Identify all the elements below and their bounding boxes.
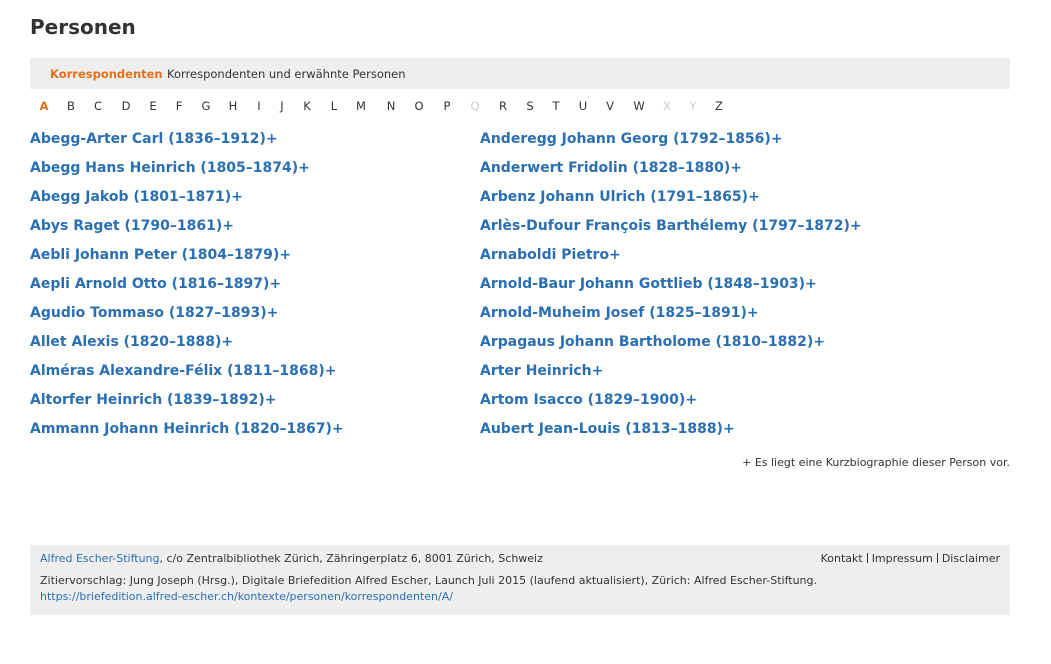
letter-z[interactable]: Z [715, 99, 723, 113]
person-link[interactable]: Arnold-Baur Johann Gottlieb (1848–1903)+ [480, 276, 817, 292]
foundation-link[interactable]: Alfred Escher-Stiftung [40, 552, 160, 565]
person-link[interactable]: Altorfer Heinrich (1839–1892)+ [30, 392, 277, 408]
letter-s[interactable]: S [526, 99, 533, 113]
person-link[interactable]: Abegg Hans Heinrich (1805–1874)+ [30, 160, 310, 176]
letter-k[interactable]: K [303, 99, 311, 113]
disclaimer-link[interactable]: Disclaimer [942, 552, 1000, 565]
letter-f[interactable]: F [176, 99, 183, 113]
person-link[interactable]: Ammann Johann Heinrich (1820–1867)+ [30, 421, 344, 437]
person-link[interactable]: Agudio Tommaso (1827–1893)+ [30, 305, 278, 321]
citation-url-link[interactable]: https://briefedition.alfred-escher.ch/ko… [40, 590, 453, 603]
list-item: Altorfer Heinrich (1839–1892)+ [30, 388, 344, 417]
letter-o[interactable]: O [414, 99, 423, 113]
letter-l[interactable]: L [331, 99, 337, 113]
citation-text: Zitiervorschlag: Jung Joseph (Hrsg.), Di… [40, 574, 817, 587]
list-item: Arpagaus Johann Bartholome (1810–1882)+ [480, 330, 862, 359]
letter-e[interactable]: E [149, 99, 156, 113]
letter-n[interactable]: N [387, 99, 396, 113]
letter-q: Q [470, 99, 480, 113]
kontakt-link[interactable]: Kontakt [821, 552, 863, 565]
tab-korrespondenten[interactable]: Korrespondenten [50, 58, 163, 89]
list-item: Aepli Arnold Otto (1816–1897)+ [30, 272, 344, 301]
person-link[interactable]: Aepli Arnold Otto (1816–1897)+ [30, 276, 281, 292]
person-link[interactable]: Arter Heinrich+ [480, 363, 603, 379]
letter-g[interactable]: G [202, 99, 211, 113]
letter-h[interactable]: H [229, 99, 238, 113]
list-item: Arbenz Johann Ulrich (1791–1865)+ [480, 185, 862, 214]
tab-korrespondenten-und-erwaehnte-personen[interactable]: Korrespondenten und erwähnte Personen [167, 58, 406, 89]
list-item: Agudio Tommaso (1827–1893)+ [30, 301, 344, 330]
list-item: Abegg-Arter Carl (1836–1912)+ [30, 127, 344, 156]
person-list-right: Anderegg Johann Georg (1792–1856)+ Anderw… [480, 127, 862, 446]
tab-bar: Korrespondenten Korrespondenten und erwä… [30, 58, 1010, 89]
letter-r[interactable]: R [499, 99, 507, 113]
page-title: Personen [30, 15, 136, 39]
person-link[interactable]: Arbenz Johann Ulrich (1791–1865)+ [480, 189, 760, 205]
list-item: Arter Heinrich+ [480, 359, 862, 388]
person-link[interactable]: Arnaboldi Pietro+ [480, 247, 621, 263]
list-item: Abegg Hans Heinrich (1805–1874)+ [30, 156, 344, 185]
citation-url-container: https://briefedition.alfred-escher.ch/ko… [40, 590, 453, 603]
footer-address: Alfred Escher-Stiftung, c/o Zentralbibli… [40, 552, 543, 565]
letter-t[interactable]: T [552, 99, 559, 113]
list-item: Arnold-Baur Johann Gottlieb (1848–1903)+ [480, 272, 862, 301]
list-item: Aebli Johann Peter (1804–1879)+ [30, 243, 344, 272]
person-list-left: Abegg-Arter Carl (1836–1912)+ Abegg Hans … [30, 127, 344, 446]
nav-separator [936, 553, 938, 563]
letter-d[interactable]: D [122, 99, 131, 113]
list-item: Ammann Johann Heinrich (1820–1867)+ [30, 417, 344, 446]
list-item: Allet Alexis (1820–1888)+ [30, 330, 344, 359]
person-link[interactable]: Anderwert Fridolin (1828–1880)+ [480, 160, 742, 176]
person-link[interactable]: Arpagaus Johann Bartholome (1810–1882)+ [480, 334, 825, 350]
person-link[interactable]: Aubert Jean-Louis (1813–1888)+ [480, 421, 735, 437]
person-link[interactable]: Abys Raget (1790–1861)+ [30, 218, 234, 234]
list-item: Anderegg Johann Georg (1792–1856)+ [480, 127, 862, 156]
person-link[interactable]: Artom Isacco (1829–1900)+ [480, 392, 697, 408]
list-item: Alméras Alexandre-Félix (1811–1868)+ [30, 359, 344, 388]
letter-i[interactable]: I [257, 99, 260, 113]
address-text: , c/o Zentralbibliothek Zürich, Zähringe… [159, 552, 543, 565]
nav-separator [866, 553, 868, 563]
person-link[interactable]: Abegg-Arter Carl (1836–1912)+ [30, 131, 278, 147]
letter-b[interactable]: B [67, 99, 75, 113]
list-item: Arnaboldi Pietro+ [480, 243, 862, 272]
letter-j[interactable]: J [280, 99, 283, 113]
biography-note: + Es liegt eine Kurzbiographie dieser Pe… [742, 456, 1010, 469]
letter-x: X [663, 99, 671, 113]
alphabet-index: A B C D E F G H I J K L M N O P Q R S T U V W X Y Z [30, 99, 750, 115]
letter-a[interactable]: A [40, 99, 49, 113]
letter-c[interactable]: C [94, 99, 102, 113]
list-item: Aubert Jean-Louis (1813–1888)+ [480, 417, 862, 446]
letter-v[interactable]: V [606, 99, 614, 113]
person-link[interactable]: Abegg Jakob (1801–1871)+ [30, 189, 243, 205]
list-item: Arnold-Muheim Josef (1825–1891)+ [480, 301, 862, 330]
person-link[interactable]: Allet Alexis (1820–1888)+ [30, 334, 233, 350]
letter-w[interactable]: W [633, 99, 644, 113]
letter-u[interactable]: U [579, 99, 587, 113]
person-link[interactable]: Alméras Alexandre-Félix (1811–1868)+ [30, 363, 337, 379]
footer: Alfred Escher-Stiftung, c/o Zentralbibli… [30, 545, 1010, 615]
person-link[interactable]: Anderegg Johann Georg (1792–1856)+ [480, 131, 783, 147]
letter-m[interactable]: M [356, 99, 366, 113]
impressum-link[interactable]: Impressum [872, 552, 933, 565]
letter-y: Y [689, 99, 697, 113]
list-item: Anderwert Fridolin (1828–1880)+ [480, 156, 862, 185]
person-link[interactable]: Arnold-Muheim Josef (1825–1891)+ [480, 305, 759, 321]
letter-p[interactable]: P [444, 99, 451, 113]
list-item: Abegg Jakob (1801–1871)+ [30, 185, 344, 214]
list-item: Arlès-Dufour François Barthélemy (1797–1… [480, 214, 862, 243]
person-link[interactable]: Aebli Johann Peter (1804–1879)+ [30, 247, 291, 263]
person-link[interactable]: Arlès-Dufour François Barthélemy (1797–1… [480, 218, 862, 234]
list-item: Abys Raget (1790–1861)+ [30, 214, 344, 243]
list-item: Artom Isacco (1829–1900)+ [480, 388, 862, 417]
footer-nav: Kontakt Impressum Disclaimer [821, 552, 1000, 565]
